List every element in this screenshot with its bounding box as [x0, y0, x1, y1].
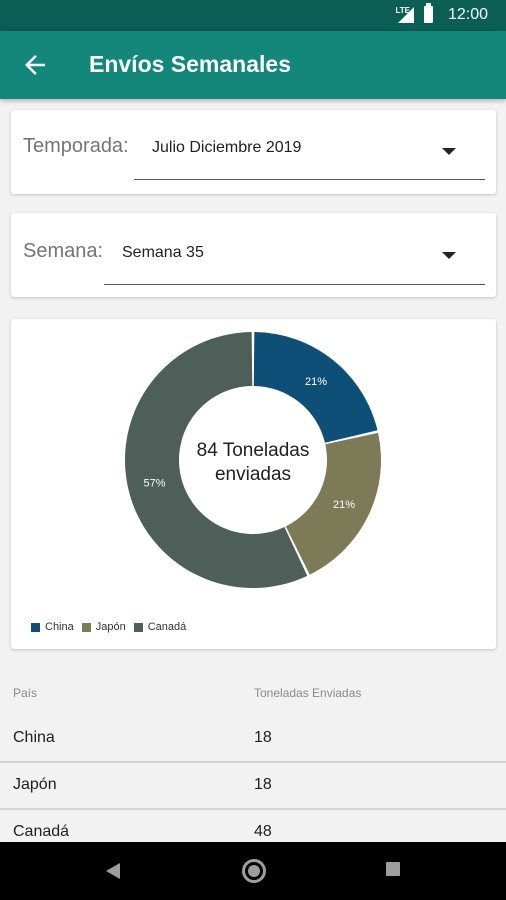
table-cell-country: Japón — [13, 776, 57, 793]
nav-recents-icon[interactable] — [386, 862, 400, 876]
season-dropdown[interactable]: Julio Diciembre 2019 — [134, 126, 485, 182]
arrow-left-icon[interactable] — [20, 50, 50, 80]
season-underline — [134, 179, 485, 180]
table-row: Japón 18 — [0, 762, 506, 810]
status-time: 12:00 — [447, 6, 488, 23]
season-value: Julio Diciembre 2019 — [152, 139, 302, 156]
legend-label: China — [45, 621, 74, 633]
legend-swatch — [133, 622, 143, 632]
table-cell-tons: 18 — [254, 729, 272, 746]
slice-percent-label: 21% — [305, 376, 327, 388]
season-selector-card: Temporada: Julio Diciembre 2019 — [11, 110, 496, 194]
system-nav-bar — [0, 842, 506, 900]
week-value: Semana 35 — [122, 244, 204, 261]
nav-back-icon[interactable] — [106, 863, 120, 879]
legend-item: Canadá — [133, 621, 187, 633]
chart-legend: China Japón Canadá — [31, 621, 194, 633]
table-cell-country: China — [13, 729, 55, 746]
table-header-country: País — [13, 686, 38, 700]
table-cell-tons: 48 — [254, 823, 272, 840]
page-title: Envíos Semanales — [89, 51, 291, 77]
chevron-down-icon — [442, 252, 456, 259]
app-bar: Envíos Semanales — [0, 31, 506, 99]
slice-percent-label: 57% — [144, 477, 166, 489]
season-label: Temporada: — [23, 135, 129, 157]
slice-percent-label: 21% — [333, 499, 355, 511]
legend-swatch — [31, 622, 40, 632]
table-cell-tons: 18 — [254, 776, 272, 793]
table-header-tons: Toneladas Enviadas — [254, 686, 362, 700]
signal-icon — [398, 7, 414, 23]
nav-home-icon[interactable] — [242, 859, 266, 883]
table-row: China 18 — [0, 715, 506, 763]
week-label: Semana: — [23, 240, 104, 262]
legend-label: Canadá — [147, 621, 187, 633]
week-underline — [104, 284, 485, 285]
chart-card: 21% 21% 57% 84 Toneladas enviadas China Japón… — [11, 319, 496, 649]
legend-label: Japón — [95, 621, 126, 633]
legend-swatch — [81, 622, 91, 632]
legend-item: Japón — [81, 621, 126, 633]
week-selector-card: Semana: Semana 35 — [11, 213, 496, 297]
week-dropdown[interactable]: Semana 35 — [104, 229, 485, 285]
status-bar: LTE 12:00 — [0, 0, 506, 31]
legend-item: China — [31, 621, 74, 633]
table-cell-country: Canadá — [13, 823, 70, 840]
battery-icon — [424, 3, 433, 23]
donut-center-text: enviadas — [215, 464, 291, 485]
donut-chart: 21% 21% 57% 84 Toneladas enviadas — [124, 332, 381, 588]
donut-center-text: 84 Toneladas — [197, 440, 310, 461]
chevron-down-icon — [442, 148, 456, 155]
